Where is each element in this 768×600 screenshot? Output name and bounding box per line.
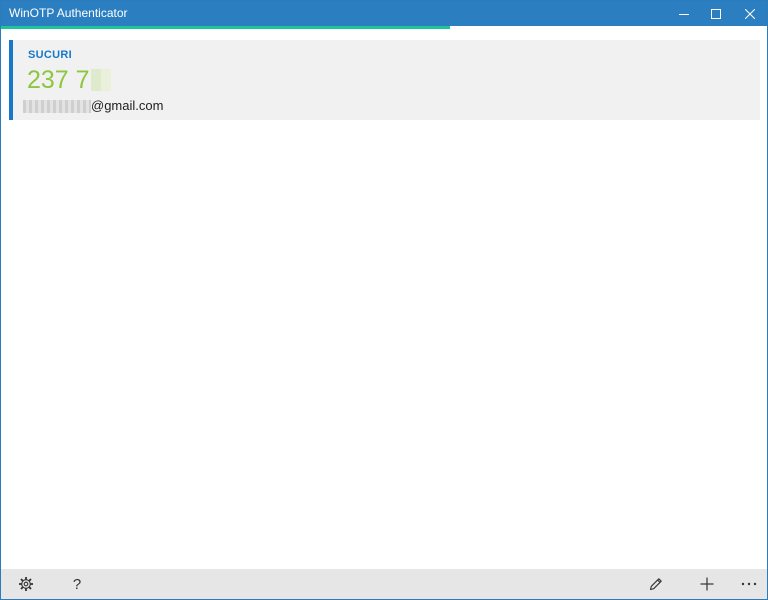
account-email: @gmail.com <box>91 98 164 113</box>
title-bar[interactable]: WinOTP Authenticator <box>1 1 767 26</box>
minimize-icon <box>679 13 689 15</box>
redacted-code-digits <box>90 69 111 91</box>
window-title: WinOTP Authenticator <box>9 6 128 20</box>
account-name-row: @gmail.com <box>23 97 163 115</box>
edit-button[interactable] <box>636 569 676 599</box>
card-accent-bar <box>9 40 13 120</box>
pencil-icon <box>649 578 662 591</box>
bottom-app-bar: ? <box>1 569 767 599</box>
help-icon: ? <box>72 575 82 593</box>
code-timer-progress <box>1 26 450 29</box>
redacted-account-name <box>23 99 91 113</box>
gear-icon <box>19 577 33 591</box>
more-button[interactable] <box>729 569 768 599</box>
otp-code-row: 237 7 <box>27 66 111 94</box>
account-card[interactable]: SUCURI 237 7 @gmail.com <box>9 40 760 120</box>
issuer-label: SUCURI <box>28 49 72 61</box>
code-timer-track <box>1 26 767 29</box>
close-button[interactable] <box>727 1 768 26</box>
plus-icon <box>700 577 714 591</box>
close-icon <box>745 8 755 19</box>
maximize-icon <box>711 8 721 19</box>
help-button[interactable]: ? <box>57 569 97 599</box>
app-window: WinOTP Authenticator SUCURI 237 7 @gmail… <box>0 0 768 600</box>
add-account-button[interactable] <box>687 569 727 599</box>
otp-code: 237 7 <box>27 66 90 94</box>
settings-button[interactable] <box>6 569 46 599</box>
more-icon <box>741 582 757 586</box>
